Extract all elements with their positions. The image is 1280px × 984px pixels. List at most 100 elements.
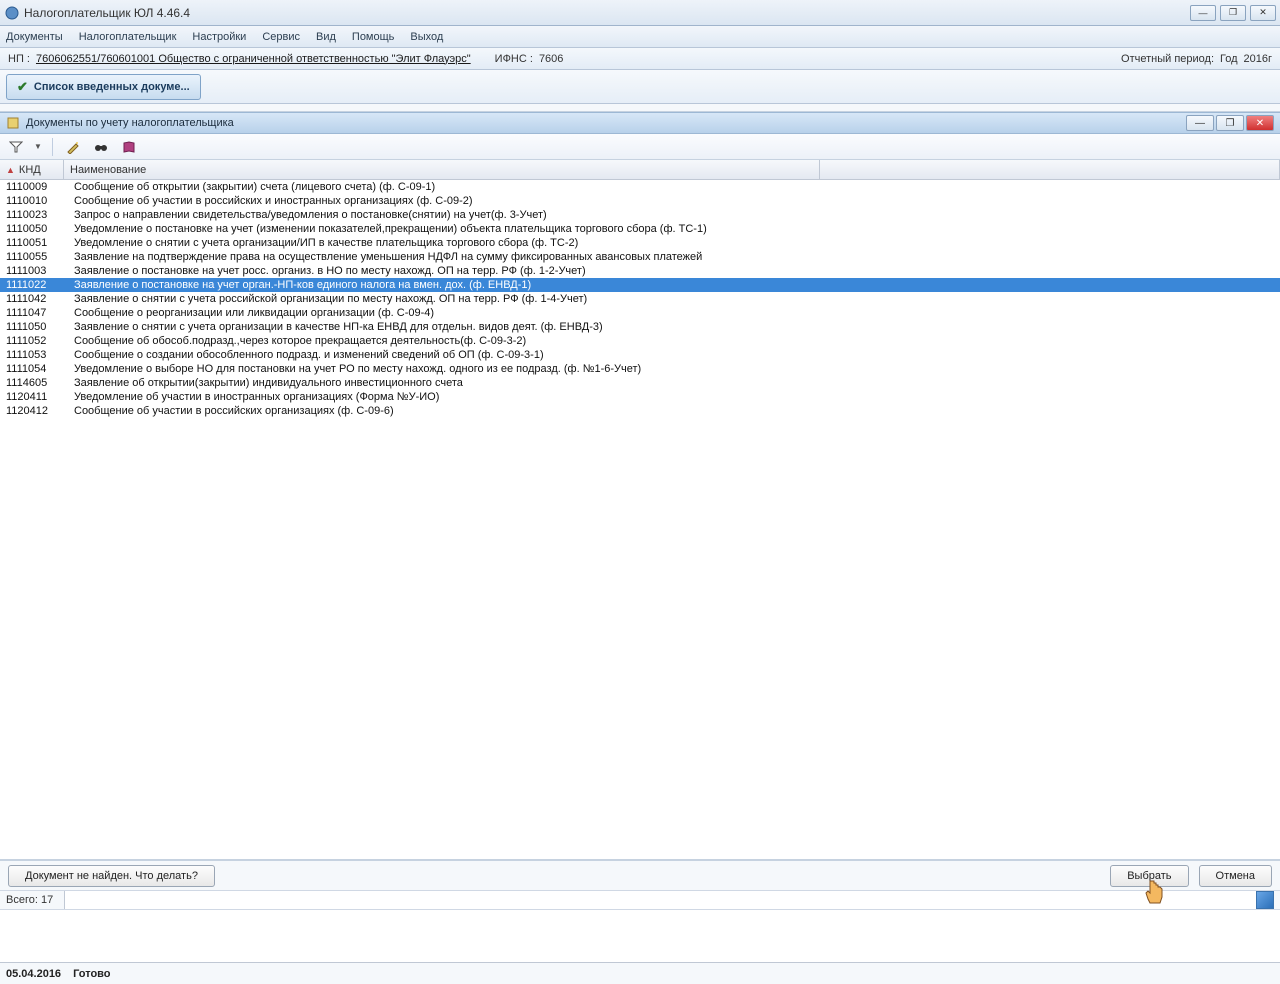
column-name[interactable]: Наименование <box>64 160 820 179</box>
binoculars-icon[interactable] <box>91 137 111 157</box>
np-label: НП : <box>8 53 30 65</box>
inner-title: Документы по учету налогоплательщика <box>26 117 234 129</box>
footer-ready: Готово <box>73 968 110 980</box>
cell-name: Сообщение об участии в российских органи… <box>64 405 820 417</box>
cell-name: Уведомление о постановке на учет (измене… <box>64 223 820 235</box>
table-row[interactable]: 1111042Заявление о снятии с учета россий… <box>0 292 1280 306</box>
not-found-button[interactable]: Документ не найден. Что делать? <box>8 865 215 887</box>
table-row[interactable]: 1110051Уведомление о снятии с учета орга… <box>0 236 1280 250</box>
footer-date: 05.04.2016 <box>6 968 61 980</box>
cancel-label: Отмена <box>1216 870 1255 882</box>
column-name-label: Наименование <box>70 164 146 176</box>
cell-name: Сообщение о создании обособленного подра… <box>64 349 820 361</box>
minimize-button[interactable]: — <box>1190 5 1216 21</box>
cell-name: Заявление о постановке на учет росс. орг… <box>64 265 820 277</box>
status-rest <box>64 891 1256 909</box>
inner-maximize-button[interactable]: ❐ <box>1216 115 1244 131</box>
column-knd[interactable]: ▲ КНД <box>0 160 64 179</box>
table-row[interactable]: 1110009Сообщение об открытии (закрытии) … <box>0 180 1280 194</box>
cell-name: Сообщение об открытии (закрытии) счета (… <box>64 181 820 193</box>
table-row[interactable]: 1114605Заявление об открытии(закрытии) и… <box>0 376 1280 390</box>
period-label: Отчетный период: <box>1121 53 1214 65</box>
inner-close-button[interactable]: ✕ <box>1246 115 1274 131</box>
check-icon: ✔ <box>17 79 28 95</box>
cell-knd: 1110010 <box>0 195 64 207</box>
table-row[interactable]: 1110010Сообщение об участии в российских… <box>0 194 1280 208</box>
app-icon <box>4 5 20 21</box>
cell-knd: 1110051 <box>0 237 64 249</box>
select-label: Выбрать <box>1127 870 1171 882</box>
menu-view[interactable]: Вид <box>316 31 336 43</box>
period-type: Год <box>1220 53 1238 65</box>
grid-header: ▲ КНД Наименование <box>0 160 1280 180</box>
bottom-bar: Документ не найден. Что делать? Выбрать … <box>0 860 1280 890</box>
document-grid: ▲ КНД Наименование 1110009Сообщение об о… <box>0 160 1280 860</box>
cell-name: Заявление о постановке на учет орган.-НП… <box>64 279 820 291</box>
inner-toolbar: ▼ <box>0 134 1280 160</box>
cell-name: Заявление об открытии(закрытии) индивиду… <box>64 377 820 389</box>
wand-icon[interactable] <box>63 137 83 157</box>
cell-knd: 1111042 <box>0 293 64 305</box>
column-knd-label: КНД <box>19 164 41 176</box>
sort-asc-icon: ▲ <box>6 165 15 175</box>
cell-knd: 1111022 <box>0 279 64 291</box>
menu-service[interactable]: Сервис <box>262 31 300 43</box>
table-row[interactable]: 1120412Сообщение об участии в российских… <box>0 404 1280 418</box>
column-spacer <box>820 160 1280 179</box>
table-row[interactable]: 1111003Заявление о постановке на учет ро… <box>0 264 1280 278</box>
cell-knd: 1110055 <box>0 251 64 263</box>
menu-help[interactable]: Помощь <box>352 31 395 43</box>
total-label: Всего: 17 <box>6 894 62 906</box>
table-row[interactable]: 1111052Сообщение об обособ.подразд.,чере… <box>0 334 1280 348</box>
table-row[interactable]: 1111054Уведомление о выборе НО для поста… <box>0 362 1280 376</box>
separator <box>52 138 53 156</box>
table-row[interactable]: 1111022Заявление о постановке на учет ор… <box>0 278 1280 292</box>
cell-name: Сообщение об участии в российских и инос… <box>64 195 820 207</box>
filter-icon[interactable] <box>6 137 26 157</box>
menu-exit[interactable]: Выход <box>410 31 443 43</box>
cell-knd: 1120411 <box>0 391 64 403</box>
cell-name: Запрос о направлении свидетельства/уведо… <box>64 209 820 221</box>
inner-icon <box>6 116 22 130</box>
grid-body: 1110009Сообщение об открытии (закрытии) … <box>0 180 1280 418</box>
app-title: Налогоплательщик ЮЛ 4.46.4 <box>24 6 190 20</box>
cell-knd: 1110023 <box>0 209 64 221</box>
cell-knd: 1110009 <box>0 181 64 193</box>
table-row[interactable]: 1111053Сообщение о создании обособленног… <box>0 348 1280 362</box>
doc-list-button[interactable]: ✔ Список введенных докуме... <box>6 74 201 100</box>
cell-knd: 1111053 <box>0 349 64 361</box>
cell-knd: 1114605 <box>0 377 64 389</box>
close-button[interactable]: ✕ <box>1250 5 1276 21</box>
np-link[interactable]: 7606062551/760601001 Общество с ограниче… <box>36 53 471 65</box>
cell-knd: 1120412 <box>0 405 64 417</box>
resize-grip-icon[interactable] <box>1256 891 1274 909</box>
doc-list-label: Список введенных докуме... <box>34 81 190 93</box>
table-row[interactable]: 1120411Уведомление об участии в иностран… <box>0 390 1280 404</box>
menu-settings[interactable]: Настройки <box>192 31 246 43</box>
menu-documents[interactable]: Документы <box>6 31 63 43</box>
table-row[interactable]: 1110023Запрос о направлении свидетельств… <box>0 208 1280 222</box>
infobar: НП : 7606062551/760601001 Общество с огр… <box>0 48 1280 70</box>
book-icon[interactable] <box>119 137 139 157</box>
cancel-button[interactable]: Отмена <box>1199 865 1272 887</box>
cell-knd: 1111003 <box>0 265 64 277</box>
cell-name: Сообщение об обособ.подразд.,через котор… <box>64 335 820 347</box>
menu-taxpayer[interactable]: Налогоплательщик <box>79 31 177 43</box>
table-row[interactable]: 1110050Уведомление о постановке на учет … <box>0 222 1280 236</box>
inner-titlebar: Документы по учету налогоплательщика — ❐… <box>0 112 1280 134</box>
table-row[interactable]: 1110055Заявление на подтверждение права … <box>0 250 1280 264</box>
select-button[interactable]: Выбрать <box>1110 865 1188 887</box>
not-found-label: Документ не найден. Что делать? <box>25 870 198 882</box>
inner-minimize-button[interactable]: — <box>1186 115 1214 131</box>
maximize-button[interactable]: ❐ <box>1220 5 1246 21</box>
footer-statusbar: 05.04.2016 Готово <box>0 962 1280 984</box>
cell-knd: 1111050 <box>0 321 64 333</box>
period-value: 2016г <box>1244 53 1272 65</box>
cell-knd: 1110050 <box>0 223 64 235</box>
filter-dropdown-icon[interactable]: ▼ <box>34 142 42 151</box>
ifns-label: ИФНС : <box>495 53 533 65</box>
ifns-value: 7606 <box>539 53 563 65</box>
table-row[interactable]: 1111050Заявление о снятии с учета органи… <box>0 320 1280 334</box>
table-row[interactable]: 1111047Сообщение о реорганизации или лик… <box>0 306 1280 320</box>
cell-name: Заявление на подтверждение права на осущ… <box>64 251 820 263</box>
